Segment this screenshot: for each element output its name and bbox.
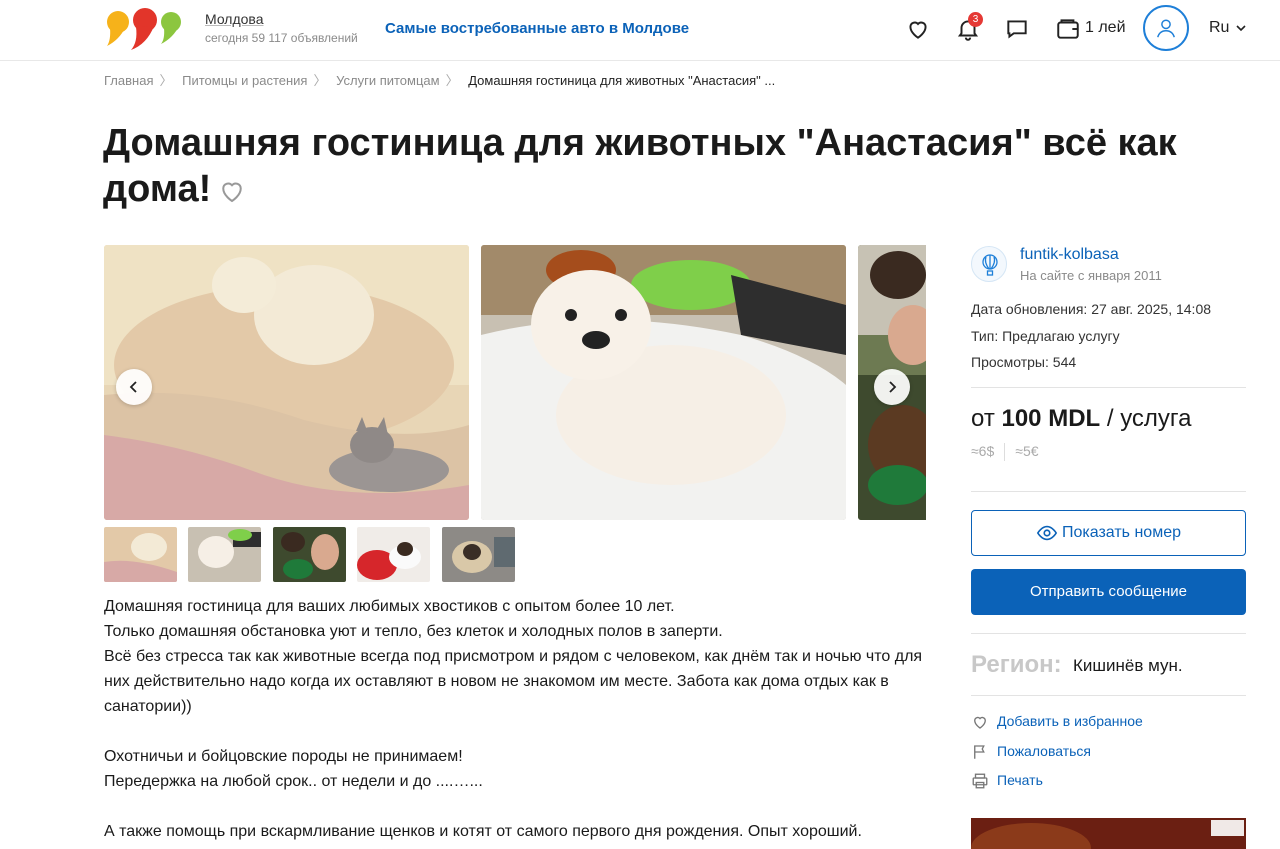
print-icon	[972, 773, 988, 789]
description-line: А также помощь при вскармливание щенков …	[104, 823, 862, 840]
gallery-photo[interactable]	[481, 245, 846, 520]
thumbnail[interactable]	[104, 527, 177, 582]
region-label: Регион:	[971, 651, 1062, 678]
heart-icon	[974, 717, 986, 730]
price-prefix: от	[971, 405, 995, 432]
chevron-right-icon: 〉	[445, 73, 459, 88]
price-amount: 100 MDL	[1001, 405, 1101, 432]
description-line: Передержка на любой срок.. от недели и д…	[104, 773, 483, 790]
advertisement-banner[interactable]	[971, 818, 1246, 849]
print-link[interactable]: Печать	[971, 772, 1043, 790]
price-conversion: ≈6$ ≈5€	[971, 443, 1039, 462]
wallet-amount[interactable]: 1 лей	[1085, 19, 1126, 37]
region-value: Кишинёв мун.	[1073, 656, 1183, 675]
seller-avatar[interactable]	[971, 246, 1007, 282]
breadcrumb-item[interactable]: Услуги питомцам	[336, 73, 439, 88]
price: от 100 MDL / услуга	[971, 405, 1192, 433]
thumbnail[interactable]	[273, 527, 346, 582]
seller-since: На сайте с января 2011	[1020, 268, 1162, 283]
add-to-favorites-link[interactable]: Добавить в избранное	[971, 713, 1143, 731]
price-usd: ≈6$	[971, 443, 995, 459]
divider	[971, 491, 1246, 492]
avatar[interactable]	[1143, 5, 1189, 51]
divider	[971, 633, 1246, 634]
ads-count: сегодня 59 117 объявлений	[205, 31, 358, 45]
language-selector[interactable]: Ru	[1209, 19, 1246, 37]
balloon-icon	[982, 254, 998, 276]
ad-image	[971, 818, 1246, 849]
photo-gallery	[104, 245, 926, 520]
region-selector[interactable]: Молдова сегодня 59 117 объявлений	[205, 11, 358, 45]
thumbnail[interactable]	[442, 527, 515, 582]
price-unit: / услуга	[1106, 405, 1192, 432]
breadcrumb-item[interactable]: Питомцы и растения	[182, 73, 307, 88]
flag-icon	[974, 745, 985, 760]
wallet-icon[interactable]	[1055, 16, 1081, 42]
gallery-photo[interactable]	[104, 245, 469, 520]
ad-description: Домашняя гостиница для ваших любимых хво…	[104, 594, 934, 844]
seller-name[interactable]: funtik-kolbasa	[1020, 246, 1119, 264]
show-phone-label: Показать номер	[1062, 524, 1181, 541]
price-eur: ≈5€	[1015, 443, 1039, 459]
description-line: Только домашняя обстановка уют и тепло, …	[104, 623, 723, 640]
region-name[interactable]: Молдова	[205, 11, 358, 27]
views-count: Просмотры: 544	[971, 354, 1077, 370]
site-header: Молдова сегодня 59 117 объявлений Самые …	[0, 0, 1280, 61]
description-line: Охотничьи и бойцовские породы не принима…	[104, 748, 463, 765]
breadcrumb-current: Домашняя гостиница для животных "Анастас…	[468, 73, 776, 88]
send-message-button[interactable]: Отправить сообщение	[971, 569, 1246, 615]
divider	[971, 387, 1246, 388]
notifications-badge: 3	[968, 12, 983, 27]
chat-icon[interactable]	[1004, 16, 1030, 42]
chevron-right-icon: 〉	[313, 73, 327, 88]
updated-date: Дата обновления: 27 авг. 2025, 14:08	[971, 301, 1212, 317]
breadcrumb-item[interactable]: Главная	[104, 73, 153, 88]
divider	[971, 695, 1246, 696]
heart-icon[interactable]	[217, 176, 247, 206]
favorite-label: Добавить в избранное	[997, 713, 1143, 729]
chevron-right-icon	[889, 381, 897, 393]
chevron-down-icon	[1236, 25, 1246, 32]
language-label: Ru	[1209, 19, 1230, 36]
report-link[interactable]: Пожаловаться	[971, 743, 1091, 761]
description-line: Домашняя гостиница для ваших любимых хво…	[104, 598, 675, 615]
print-label: Печать	[997, 772, 1043, 788]
description-line: Всё без стресса так как животные всегда …	[104, 648, 923, 715]
site-logo[interactable]	[105, 6, 185, 52]
page-title: Домашняя гостиница для животных "Анастас…	[103, 120, 1183, 212]
thumbnail[interactable]	[357, 527, 430, 582]
heart-icon[interactable]	[905, 16, 931, 42]
chevron-right-icon: 〉	[159, 73, 173, 88]
show-phone-button[interactable]: Показать номер	[971, 510, 1246, 556]
promo-link[interactable]: Самые востребованные авто в Молдове	[385, 20, 689, 37]
breadcrumb: Главная 〉 Питомцы и растения 〉 Услуги пито…	[104, 70, 775, 89]
eye-icon	[1036, 525, 1058, 541]
user-icon	[1157, 19, 1175, 38]
chevron-left-icon	[129, 381, 137, 393]
page-title-text: Домашняя гостиница для животных "Анастас…	[103, 122, 1177, 210]
gallery-next-button[interactable]	[874, 369, 910, 405]
report-label: Пожаловаться	[997, 743, 1092, 759]
thumbnail[interactable]	[188, 527, 261, 582]
gallery-prev-button[interactable]	[116, 369, 152, 405]
ad-type: Тип: Предлагаю услугу	[971, 328, 1120, 344]
